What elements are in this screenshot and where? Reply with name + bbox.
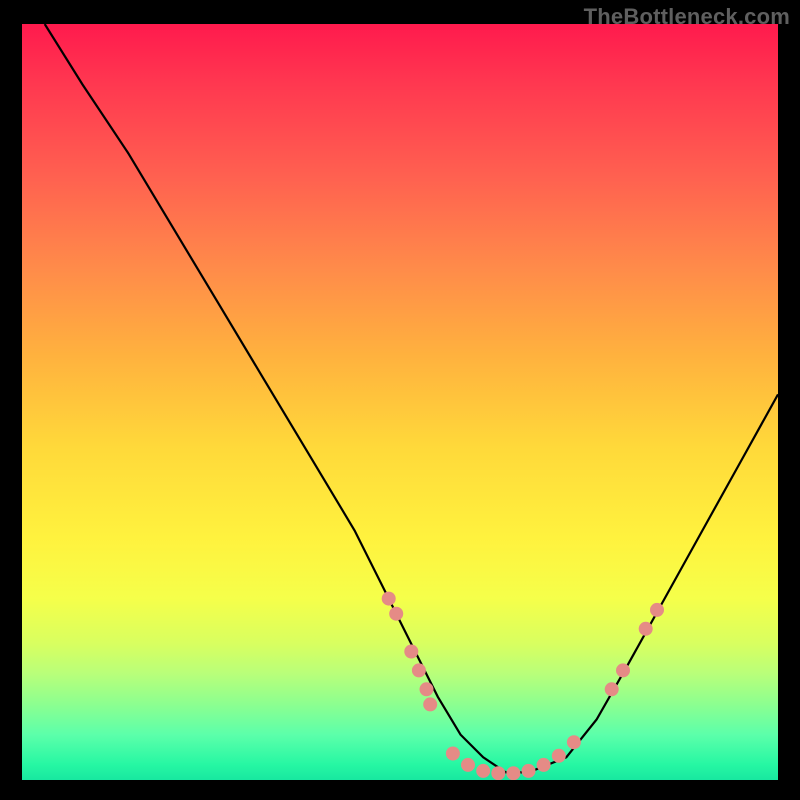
bottleneck-curve — [45, 24, 778, 772]
data-point — [446, 747, 460, 761]
chart-frame: TheBottleneck.com — [0, 0, 800, 800]
plot-area — [22, 24, 778, 780]
data-point — [412, 663, 426, 677]
data-point — [461, 758, 475, 772]
data-point — [616, 663, 630, 677]
curve-svg — [22, 24, 778, 780]
data-point — [476, 764, 490, 778]
data-point — [491, 766, 505, 780]
data-point — [567, 735, 581, 749]
data-point — [423, 697, 437, 711]
data-point — [389, 607, 403, 621]
markers-group — [382, 592, 664, 780]
data-point — [650, 603, 664, 617]
plot-inner — [22, 24, 778, 780]
data-point — [382, 592, 396, 606]
data-point — [639, 622, 653, 636]
data-point — [506, 766, 520, 780]
watermark-text: TheBottleneck.com — [584, 4, 790, 30]
data-point — [537, 758, 551, 772]
data-point — [404, 645, 418, 659]
data-point — [605, 682, 619, 696]
data-point — [552, 749, 566, 763]
data-point — [420, 682, 434, 696]
data-point — [522, 764, 536, 778]
